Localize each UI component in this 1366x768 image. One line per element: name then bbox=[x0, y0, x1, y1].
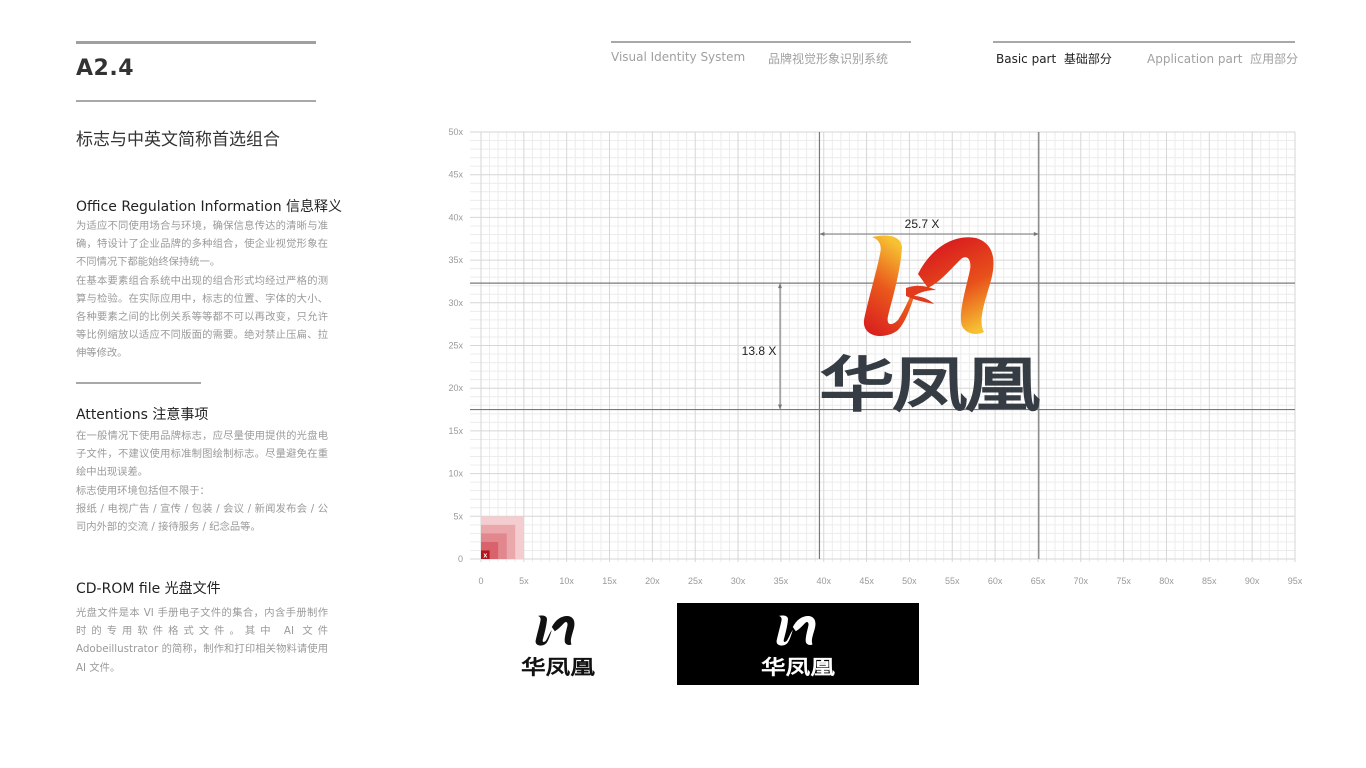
x-tick-label: 60x bbox=[988, 576, 1003, 586]
y-tick-label: 35x bbox=[448, 255, 463, 265]
mono-white-right-stroke bbox=[792, 615, 816, 645]
x-tick-label: 70x bbox=[1074, 576, 1089, 586]
grid-major-lines bbox=[470, 131, 1296, 562]
x-tick-label: 55x bbox=[945, 576, 960, 586]
y-tick-label: 10x bbox=[448, 469, 463, 479]
x-tick-label: 20x bbox=[645, 576, 660, 586]
x-tick-label: 90x bbox=[1245, 576, 1260, 586]
height-arrow-bottom bbox=[778, 404, 782, 410]
x-tick-label: 75x bbox=[1116, 576, 1131, 586]
y-tick-label: 25x bbox=[448, 341, 463, 351]
grid-minor-lines bbox=[470, 132, 1295, 562]
width-dimension-label: 25.7 X bbox=[905, 217, 940, 231]
y-tick-label: 40x bbox=[448, 212, 463, 222]
mono-black-left-stroke bbox=[535, 615, 552, 646]
x-tick-label: 5x bbox=[519, 576, 529, 586]
y-tick-label: 5x bbox=[453, 511, 463, 521]
logo-symbol bbox=[863, 235, 994, 336]
y-tick-label: 0 bbox=[458, 554, 463, 564]
unit-swatch: x bbox=[481, 516, 524, 560]
x-tick-label: 95x bbox=[1288, 576, 1303, 586]
x-tick-label: 40x bbox=[816, 576, 831, 586]
height-dimension-label: 13.8 X bbox=[742, 344, 777, 358]
logo-wordmark: 华凤凰 bbox=[819, 351, 1041, 421]
x-tick-label: 15x bbox=[602, 576, 617, 586]
x-tick-label: 35x bbox=[774, 576, 789, 586]
logo-mono-black: 华凤凰 bbox=[521, 615, 595, 679]
y-tick-label: 50x bbox=[448, 127, 463, 137]
mono-white-wordmark: 华凤凰 bbox=[761, 655, 835, 679]
width-arrow-left bbox=[819, 232, 825, 236]
y-tick-label: 15x bbox=[448, 426, 463, 436]
x-tick-label: 85x bbox=[1202, 576, 1217, 586]
x-tick-label: 30x bbox=[731, 576, 746, 586]
x-tick-label: 45x bbox=[859, 576, 874, 586]
y-tick-label: 20x bbox=[448, 383, 463, 393]
logo-mono-white-panel: 华凤凰 bbox=[677, 603, 919, 685]
x-tick-label: 50x bbox=[902, 576, 917, 586]
x-tick-label: 10x bbox=[559, 576, 574, 586]
y-tick-label: 30x bbox=[448, 298, 463, 308]
x-tick-label: 80x bbox=[1159, 576, 1174, 586]
x-tick-label: 65x bbox=[1031, 576, 1046, 586]
x-tick-label: 25x bbox=[688, 576, 703, 586]
y-tick-label: 45x bbox=[448, 170, 463, 180]
mono-white-left-stroke bbox=[776, 615, 793, 646]
mono-black-wordmark: 华凤凰 bbox=[521, 655, 595, 679]
logo-mono-white: 华凤凰 bbox=[761, 615, 835, 679]
x-tick-label: 0 bbox=[478, 576, 483, 586]
mono-black-right-stroke bbox=[551, 615, 575, 645]
unit-marker-label: x bbox=[483, 553, 487, 560]
